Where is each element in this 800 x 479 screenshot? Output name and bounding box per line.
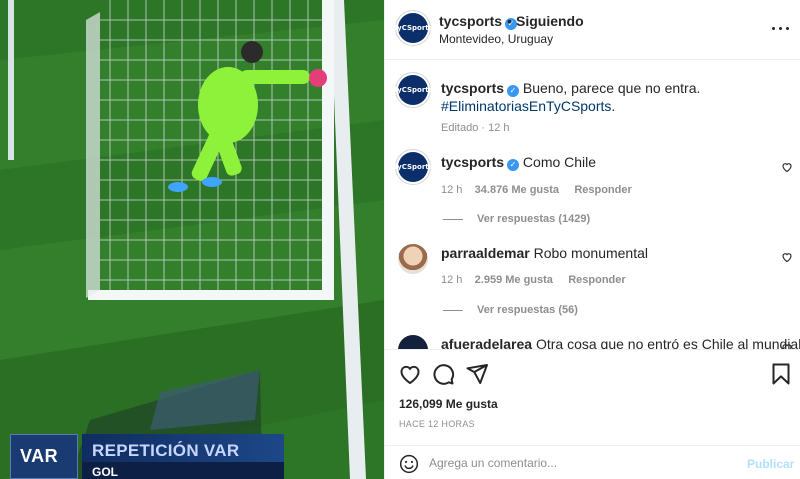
comment-username[interactable]: afueradelarea bbox=[441, 336, 532, 349]
avatar-text: TyCSports bbox=[393, 163, 433, 171]
emoji-icon[interactable] bbox=[399, 454, 419, 474]
caption: tycsports ✓ Bueno, parece que no entra. #… bbox=[441, 79, 781, 115]
comment-meta: 12 h 34.876 Me gusta Responder bbox=[441, 184, 632, 196]
reply-button[interactable]: Responder bbox=[574, 184, 631, 196]
caption-username[interactable]: tycsports bbox=[441, 80, 504, 96]
comment-2: parraaldemar Robo monumental bbox=[441, 244, 648, 262]
verified-badge-icon: ✓ bbox=[507, 159, 520, 171]
comment-avatar[interactable]: TyCSports bbox=[393, 152, 433, 182]
paper-plane-icon[interactable] bbox=[465, 362, 489, 386]
comment-username[interactable]: parraaldemar bbox=[441, 245, 530, 261]
var-logo-text: VAR bbox=[20, 446, 59, 466]
avatar-text: TyCSports bbox=[393, 86, 433, 94]
comment-time: 12 h bbox=[441, 184, 463, 196]
var-replay-image bbox=[0, 0, 384, 479]
avatar-text: TyCSports bbox=[393, 24, 433, 32]
bookmark-icon[interactable] bbox=[769, 362, 793, 386]
caption-text: Bueno, parece que no entra. bbox=[522, 80, 701, 96]
comments-list[interactable]: TyCSports tycsports ✓ Bueno, parece que n… bbox=[385, 61, 800, 349]
comment-heart-icon[interactable] bbox=[781, 342, 793, 349]
caption-hashtag[interactable]: #EliminatoriasEnTyCSports bbox=[441, 98, 611, 114]
var-title: REPETICIÓN VAR bbox=[92, 441, 240, 460]
avatar[interactable]: TyCSports bbox=[393, 13, 433, 43]
comment-heart-icon[interactable] bbox=[781, 161, 793, 173]
header-separator: • bbox=[507, 13, 512, 29]
comment-meta: 12 h 2.959 Me gusta Responder bbox=[441, 274, 626, 286]
reply-button[interactable]: Responder bbox=[568, 274, 625, 286]
comment-input[interactable] bbox=[429, 452, 729, 474]
var-subtitle: GOL bbox=[92, 465, 118, 479]
comment-heart-icon[interactable] bbox=[781, 251, 793, 263]
comment-time: 12 h bbox=[441, 274, 463, 286]
post-timestamp[interactable]: HACE 12 HORAS bbox=[399, 419, 475, 429]
post-location[interactable]: Montevideo, Uruguay bbox=[439, 32, 553, 46]
add-comment-bar: Publicar bbox=[385, 445, 800, 479]
comment-1: tycsports ✓ Como Chile bbox=[441, 153, 596, 171]
verified-badge-icon: ✓ bbox=[507, 85, 520, 97]
publish-button[interactable]: Publicar bbox=[747, 457, 794, 471]
view-replies-button[interactable]: Ver respuestas (56) bbox=[443, 304, 578, 316]
caption-avatar[interactable]: TyCSports bbox=[393, 75, 433, 105]
view-replies-label[interactable]: Ver respuestas (1429) bbox=[477, 213, 590, 225]
comment-text: Otra cosa que no entró es Chile al mundi… bbox=[535, 336, 800, 349]
caption-meta: Editado · 12 h bbox=[441, 122, 510, 134]
post-actions: 126,099 Me gusta HACE 12 HORAS bbox=[385, 349, 800, 449]
caption-hashtag-suffix: . bbox=[611, 98, 616, 114]
view-replies-label[interactable]: Ver respuestas (56) bbox=[477, 304, 578, 316]
post-header: TyCSports tycsports ✓ • Siguiendo Montevi… bbox=[385, 0, 800, 60]
likes-count[interactable]: 126,099 Me gusta bbox=[399, 397, 498, 411]
replies-line bbox=[443, 309, 463, 311]
post-media[interactable]: VAR REPETICIÓN VAR GOL bbox=[0, 0, 384, 479]
username-text[interactable]: tycsports bbox=[439, 13, 502, 29]
comment-icon[interactable] bbox=[431, 362, 455, 386]
comment-likes[interactable]: 2.959 Me gusta bbox=[475, 274, 553, 286]
replies-line bbox=[443, 218, 463, 220]
comment-3: afueradelarea Otra cosa que no entró es … bbox=[441, 335, 800, 349]
comment-text: Como Chile bbox=[522, 154, 597, 170]
post-side-panel: TyCSports tycsports ✓ • Siguiendo Montevi… bbox=[384, 0, 800, 479]
more-options-icon[interactable] bbox=[771, 20, 791, 36]
heart-icon[interactable] bbox=[398, 362, 422, 386]
comment-avatar[interactable] bbox=[398, 244, 428, 274]
post-username[interactable]: tycsports ✓ bbox=[439, 13, 518, 30]
comment-likes[interactable]: 34.876 Me gusta bbox=[475, 184, 559, 196]
view-replies-button[interactable]: Ver respuestas (1429) bbox=[443, 213, 590, 225]
comment-text: Robo monumental bbox=[533, 245, 649, 261]
comment-avatar[interactable] bbox=[398, 335, 428, 349]
comment-username[interactable]: tycsports bbox=[441, 154, 504, 170]
following-button[interactable]: Siguiendo bbox=[516, 13, 584, 29]
